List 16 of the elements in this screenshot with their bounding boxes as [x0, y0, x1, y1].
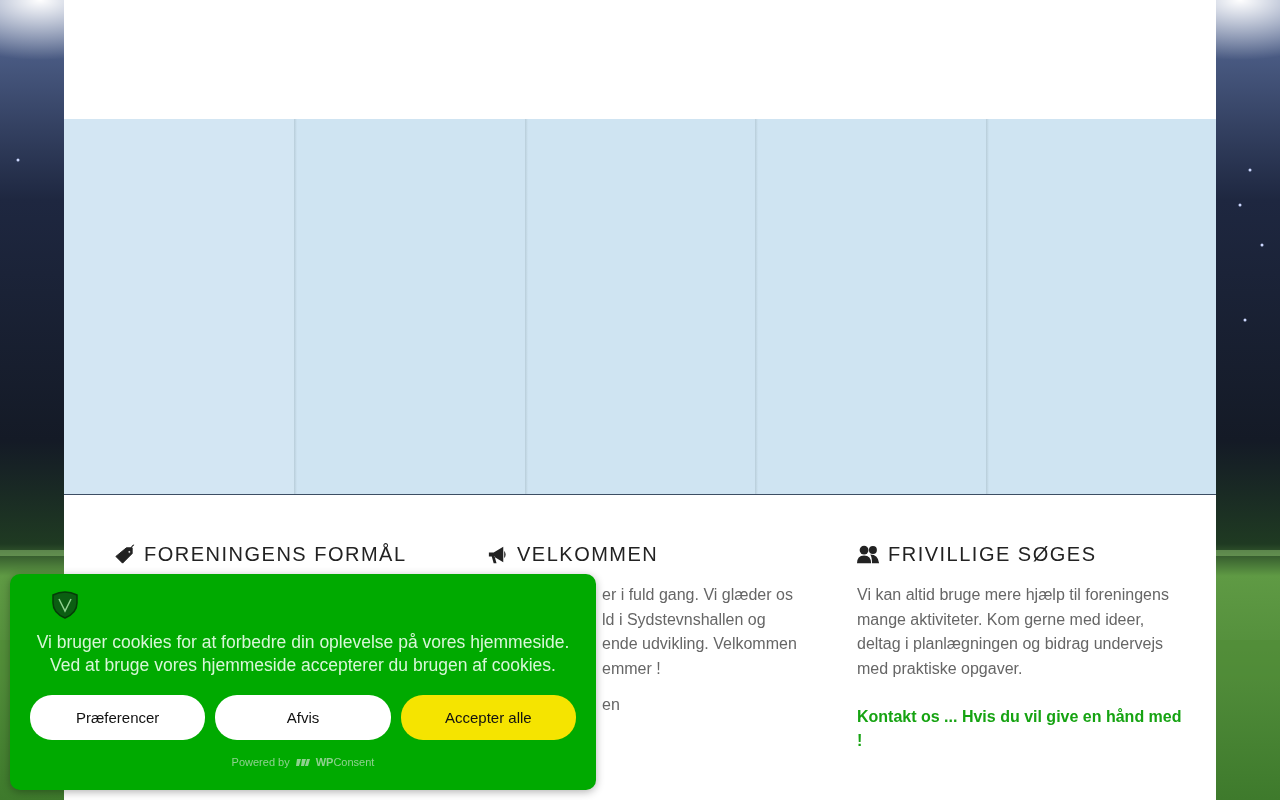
cookie-button[interactable]: Præferencer [30, 695, 206, 740]
section-heading: FORENINGENS FORMÅL [144, 543, 407, 566]
brand-logo-icon [295, 757, 310, 767]
cookie-button[interactable]: Afvis [215, 695, 391, 740]
paragraph: en [602, 695, 620, 715]
brand-name: WPConsent [315, 756, 375, 768]
tag-icon [113, 543, 136, 566]
accept-button[interactable]: Accepter alle [400, 695, 576, 740]
section-heading: VELKOMMEN [517, 543, 659, 566]
cookie-message: Vi bruger cookies for at forbedre din oplevelse på vores hjemmeside. Ved at bruge vores hjemmeside accepterer du brugen af cookies. [35, 631, 571, 677]
club-logo-icon [50, 589, 80, 619]
paragraph: er i fuld gang. Vi glæder os ld i Sydstevnshallen og ende udvikling. Velkommen emmer ! [602, 585, 797, 679]
people-icon [857, 543, 880, 566]
paragraph: Vi kan altid bruge mere hjælp til foreningens mange aktiviteter. Kom gerne med ideer, deltag i planlægningen og bidrag undervejs med praktiske opgaver. [857, 585, 1170, 679]
section-heading: FRIVILLIGE SØGES [888, 543, 1097, 566]
powered-by-text: Powered by [231, 756, 290, 768]
